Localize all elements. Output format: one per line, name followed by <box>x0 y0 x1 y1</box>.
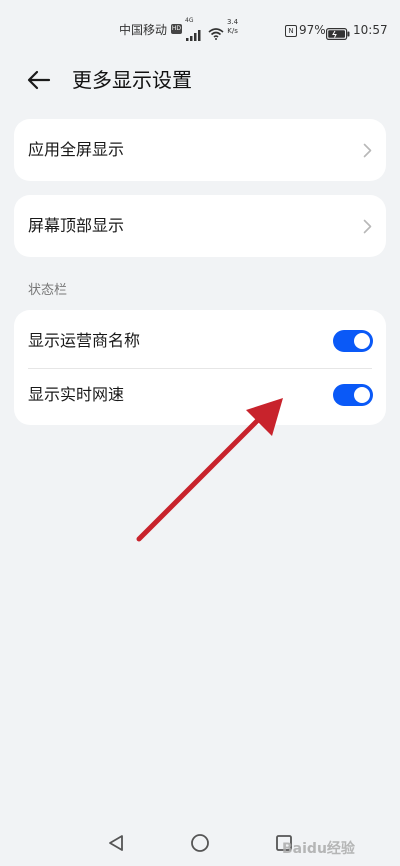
row-label: 应用全屏显示 <box>28 140 125 159</box>
row-screen-top[interactable]: 屏幕顶部显示 <box>14 198 386 254</box>
row-show-realtime-speed[interactable]: 显示实时网速 <box>14 367 386 423</box>
carrier-label: 中国移动 <box>119 23 168 37</box>
row-app-fullscreen[interactable]: 应用全屏显示 <box>14 122 386 178</box>
arrow-left-icon <box>27 70 51 90</box>
nfc-icon: N <box>285 25 297 37</box>
nav-back-button[interactable] <box>101 828 131 858</box>
back-button[interactable] <box>22 64 56 96</box>
chevron-right-icon <box>363 143 372 158</box>
toggle-show-realtime-speed[interactable] <box>333 384 373 406</box>
network-speed-value: 3.4 <box>227 18 239 26</box>
status-bar: 中国移动 HD 4G 3.4 K/s N 97% 10:57 <box>0 17 400 42</box>
annotation-arrow-shaft <box>136 410 268 542</box>
toggle-show-carrier-name[interactable] <box>333 330 373 352</box>
toggle-knob <box>354 387 370 403</box>
card-status-bar: 显示运营商名称 显示实时网速 <box>14 310 386 425</box>
chevron-right-icon <box>363 219 372 234</box>
wifi-icon <box>208 24 224 48</box>
network-speed: 3.4 K/s <box>227 18 238 36</box>
toggle-knob <box>354 333 370 349</box>
section-header-status-bar: 状态栏 <box>28 283 68 298</box>
card-screen-top: 屏幕顶部显示 <box>14 195 386 257</box>
row-label: 显示实时网速 <box>28 385 125 404</box>
network-speed-unit: K/s <box>227 27 238 35</box>
circle-home-icon <box>191 834 209 852</box>
page-title: 更多显示设置 <box>72 68 192 92</box>
clock: 10:57 <box>353 23 388 37</box>
watermark: Baidu经验 <box>282 841 355 857</box>
row-label: 显示运营商名称 <box>28 331 141 350</box>
row-label: 屏幕顶部显示 <box>28 216 125 235</box>
card-app-fullscreen: 应用全屏显示 <box>14 119 386 181</box>
row-show-carrier-name[interactable]: 显示运营商名称 <box>14 313 386 369</box>
battery-percent: 97% <box>299 23 326 37</box>
triangle-back-icon <box>109 835 123 851</box>
app-header: 更多显示设置 <box>0 58 400 102</box>
nav-home-button[interactable] <box>185 828 215 858</box>
signal-icon <box>186 25 202 49</box>
hd-badge: HD <box>171 24 182 34</box>
battery-icon <box>326 24 350 48</box>
